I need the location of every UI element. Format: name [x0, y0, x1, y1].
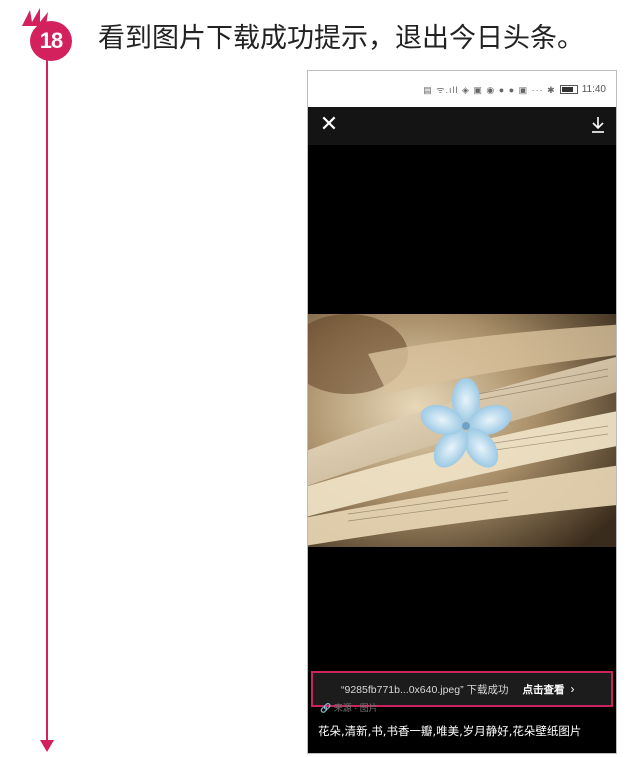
wallpaper-image[interactable]: [308, 314, 616, 547]
image-caption: 花朵,清新,书,书香一瓣,唯美,岁月静好,花朵壁纸图片: [318, 724, 582, 738]
step-title: 看到图片下载成功提示，退出今日头条。: [98, 23, 584, 54]
source-line: 🔗 来源 · 图片: [320, 703, 378, 713]
timeline-arrow-icon: [40, 740, 54, 752]
step-number: 18: [30, 21, 72, 61]
phone-screen: ▤ ᯤ.ıll ◈ ▣ ◉ ● ● ▣ ··· ✱ 11:40 ✕ “9285f…: [307, 70, 617, 754]
timeline-line: [46, 60, 48, 740]
step-badge: 18: [12, 6, 78, 62]
battery-icon: [559, 84, 578, 94]
view-button[interactable]: 点击查看: [523, 682, 565, 697]
status-time: 11:40: [581, 83, 606, 95]
download-icon[interactable]: [590, 115, 606, 135]
image-viewer-toolbar: ✕: [308, 107, 616, 145]
toast-message: “9285fb771b...0x640.jpeg” 下载成功: [341, 683, 509, 696]
chevron-right-icon[interactable]: ›: [571, 682, 575, 696]
close-icon[interactable]: ✕: [318, 114, 340, 136]
status-bar: ▤ ᯤ.ıll ◈ ▣ ◉ ● ● ▣ ··· ✱ 11:40: [308, 71, 616, 107]
status-icons: ▤ ᯤ.ıll ◈ ▣ ◉ ● ● ▣ ··· ✱: [423, 84, 556, 95]
